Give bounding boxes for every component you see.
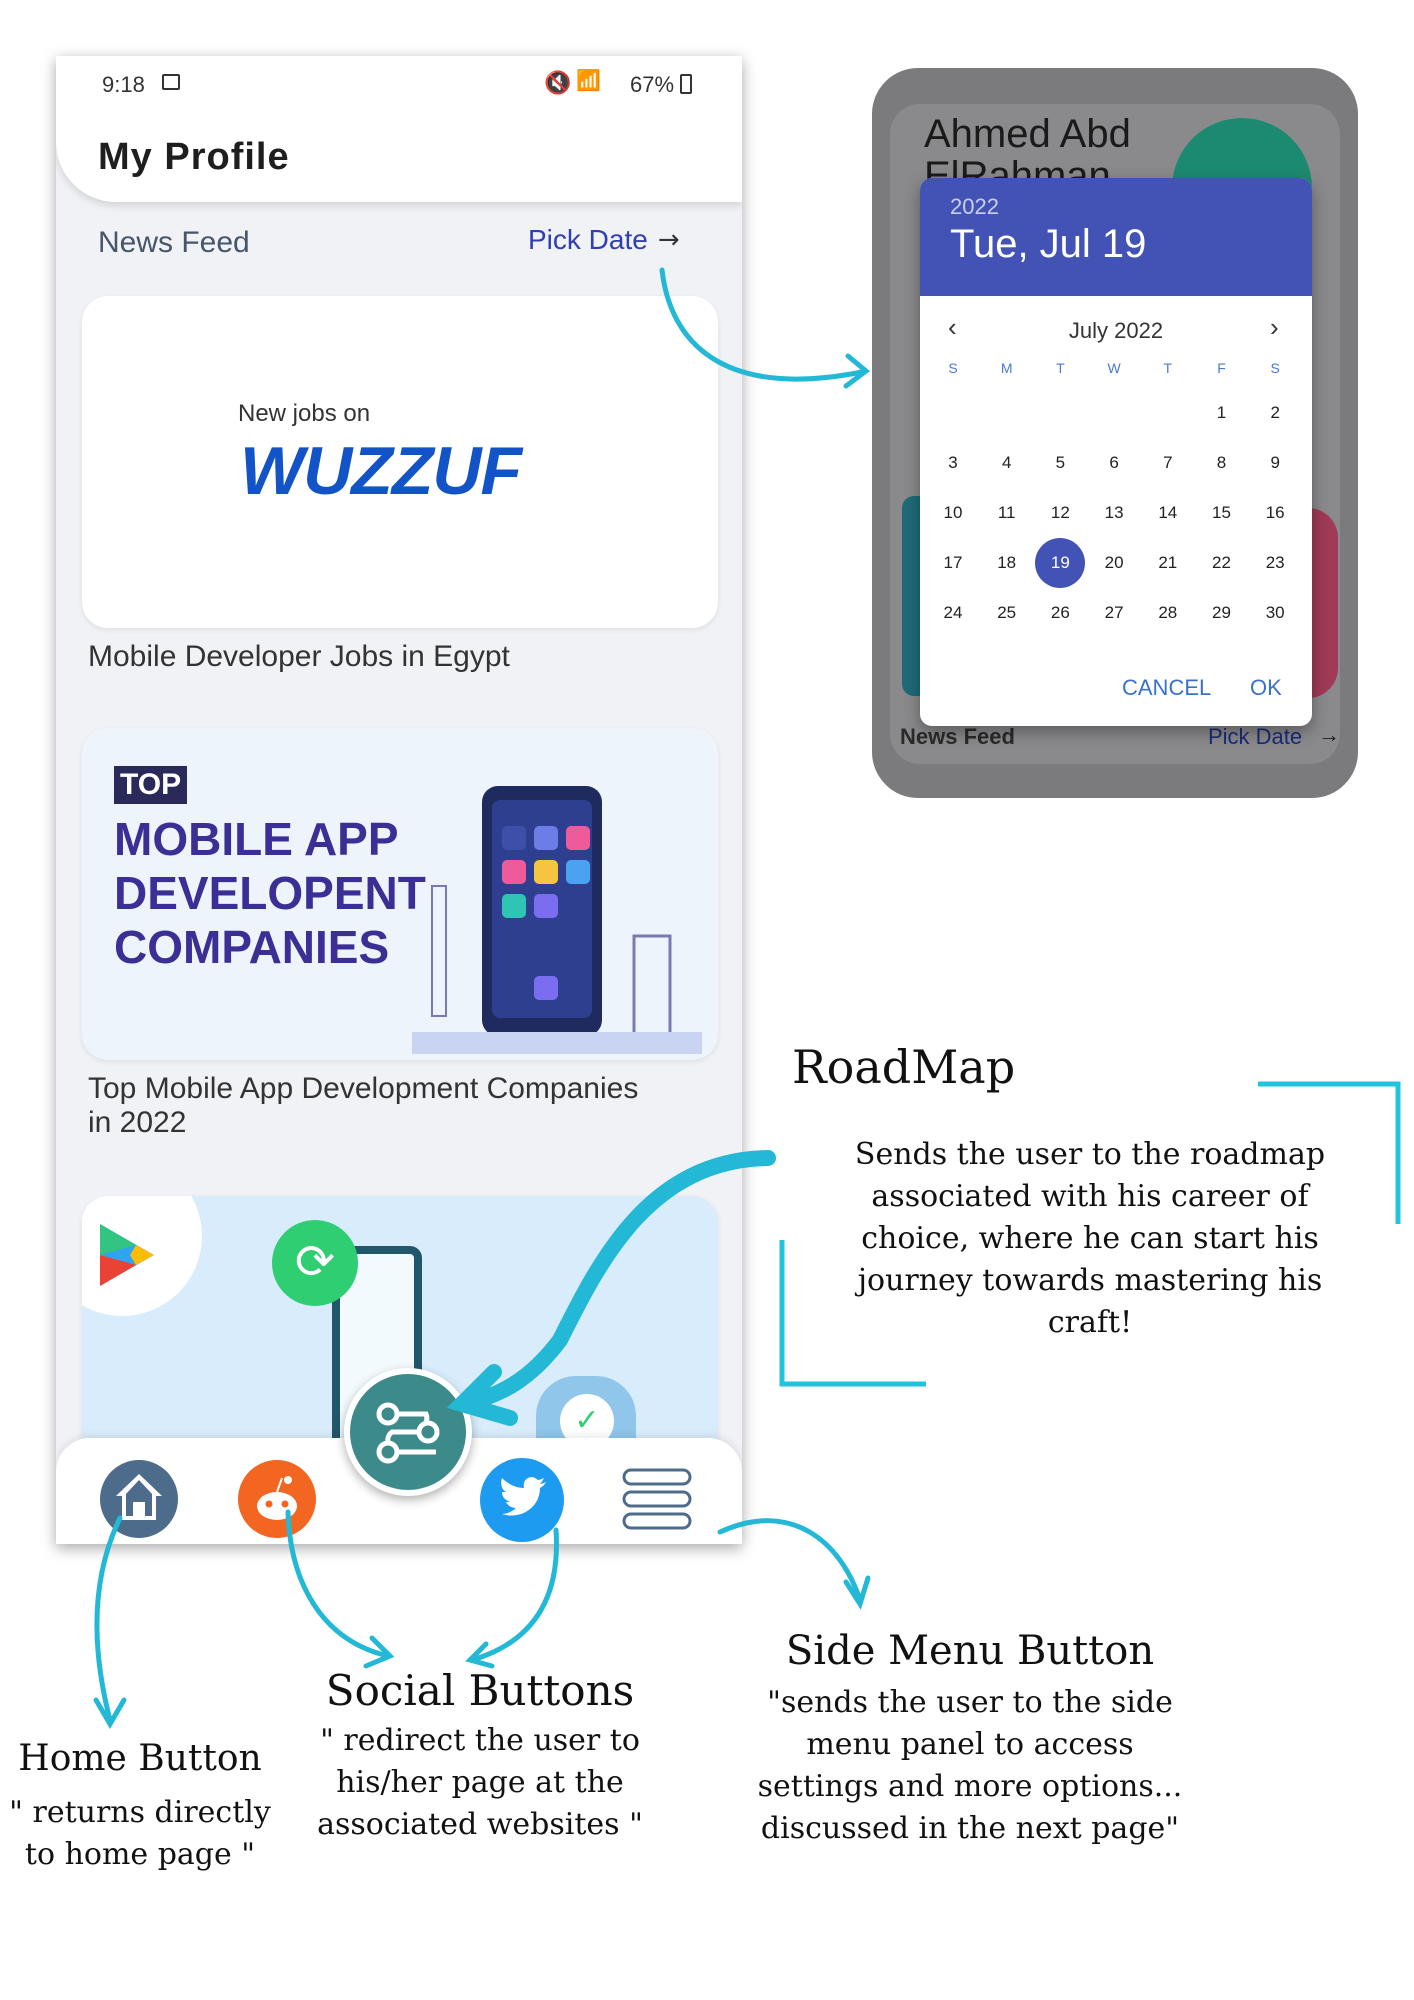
social-line: " redirect the user to <box>320 1723 640 1758</box>
social-description: " redirect the user to his/her page at t… <box>300 1720 660 1846</box>
side-menu-line: settings and more options... <box>757 1769 1183 1804</box>
side-menu-line: "sends the user to the side <box>767 1685 1173 1720</box>
roadmap-line: associated with his career of <box>871 1179 1309 1214</box>
roadmap-line: craft! <box>1047 1305 1133 1340</box>
roadmap-line: Sends the user to the roadmap <box>854 1137 1326 1172</box>
home-line: " returns directly <box>9 1795 271 1830</box>
side-menu-arrow <box>717 1518 863 1603</box>
home-line: to home page " <box>24 1837 256 1872</box>
pickdate-arrow <box>659 267 865 382</box>
home-title: Home Button <box>18 1738 262 1779</box>
side-menu-line: menu panel to access <box>806 1727 1134 1762</box>
home-description: " returns directly to home page " <box>0 1792 280 1876</box>
roadmap-title: RoadMap <box>792 1040 1016 1094</box>
side-menu-line: discussed in the next page" <box>760 1811 1180 1846</box>
social-line: his/her page at the <box>336 1765 624 1800</box>
roadmap-line: journey towards mastering his <box>857 1263 1323 1298</box>
social-title: Social Buttons <box>325 1666 635 1715</box>
home-arrow <box>94 1515 123 1723</box>
social-line: associated websites " <box>317 1807 643 1842</box>
twitter-arrow <box>469 1527 559 1663</box>
side-menu-title: Side Menu Button <box>785 1628 1155 1674</box>
roadmap-arrow <box>462 1150 776 1410</box>
reddit-arrow <box>285 1509 391 1659</box>
roadmap-line: choice, where he can start his <box>861 1221 1319 1256</box>
side-menu-description: "sends the user to the side menu panel t… <box>720 1682 1220 1850</box>
roadmap-description: Sends the user to the roadmap associated… <box>820 1134 1360 1344</box>
